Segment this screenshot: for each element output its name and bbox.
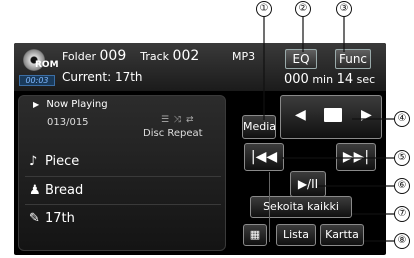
- divider: [25, 176, 221, 177]
- settings-icon: ▦: [249, 228, 261, 241]
- repeat-mode: Disc Repeat: [143, 128, 203, 139]
- disc-icon: ROM 00:03: [19, 49, 59, 87]
- now-playing-panel: ▶ Now Playing 013/015 ☰ ⤨ ⇄ Disc Repeat …: [18, 95, 226, 251]
- current-label: Current:: [62, 70, 112, 84]
- callout-4: ④: [394, 111, 410, 127]
- artist-row: ♟ Bread: [29, 183, 83, 198]
- folder-icon: [324, 108, 342, 122]
- format-label: MP3: [232, 50, 256, 63]
- skip-forward-icon: ▶▶|: [342, 149, 370, 165]
- repeat-shuffle-icons: ☰ ⤨ ⇄: [161, 115, 195, 125]
- folder-prev-icon[interactable]: ◀: [295, 107, 306, 123]
- play-pause-icon: ▶/II: [297, 177, 319, 191]
- callout-1: ①: [256, 1, 272, 17]
- folder-nav-button[interactable]: ◀ ▶: [280, 95, 382, 139]
- callout-3: ③: [336, 1, 352, 17]
- skip-back-button[interactable]: |◀◀: [244, 143, 284, 171]
- eq-button[interactable]: EQ: [285, 49, 317, 69]
- callout-8: ⑧: [394, 233, 410, 249]
- shuffle-all-label: Sekoita kaikki: [263, 200, 339, 213]
- folder-next-icon[interactable]: ▶: [361, 107, 372, 123]
- divider: [269, 172, 270, 242]
- func-button[interactable]: Func: [335, 49, 371, 69]
- folder-label: Folder: [62, 50, 96, 63]
- folder-number: 009: [99, 48, 127, 64]
- album-title: 17th: [45, 211, 75, 226]
- folder-track-line: Folder 009 Track 002: [62, 48, 199, 64]
- track-number: 002: [172, 48, 200, 64]
- shuffle-all-button[interactable]: Sekoita kaikki: [250, 196, 352, 218]
- skip-back-icon: |◀◀: [250, 149, 278, 165]
- map-label: Kartta: [325, 228, 359, 241]
- time-code: 00:03: [19, 75, 55, 86]
- current-value: 17th: [114, 70, 143, 84]
- list-button[interactable]: Lista: [276, 224, 316, 246]
- media-button[interactable]: Media: [242, 115, 276, 139]
- elapsed-minutes: 000: [284, 72, 309, 87]
- disc-label: ROM: [35, 60, 59, 70]
- track-label: Track: [140, 50, 170, 63]
- note-icon: ♪: [29, 154, 38, 169]
- current-line: Current: 17th: [62, 70, 143, 84]
- elapsed-time: 000 min 14 sec: [284, 72, 375, 87]
- piece-title: Piece: [45, 154, 80, 169]
- seconds-unit: sec: [356, 73, 376, 86]
- media-label: Media: [243, 120, 277, 133]
- callout-6: ⑥: [394, 178, 410, 194]
- now-playing-bar: ▶ Now Playing: [27, 98, 177, 111]
- now-playing-title: Now Playing: [46, 99, 108, 110]
- album-row: ✎ 17th: [29, 211, 75, 226]
- play-pause-button[interactable]: ▶/II: [290, 171, 326, 197]
- callout-2: ②: [295, 1, 311, 17]
- media-screen: ROM 00:03 Folder 009 Track 002 MP3 Curre…: [14, 43, 386, 255]
- piece-row: ♪ Piece: [29, 154, 79, 169]
- callout-7: ⑦: [394, 206, 410, 222]
- artist-name: Bread: [45, 183, 84, 198]
- status-header: ROM 00:03 Folder 009 Track 002 MP3 Curre…: [14, 43, 386, 91]
- minutes-unit: min: [312, 73, 334, 86]
- map-button[interactable]: Kartta: [320, 224, 364, 246]
- callout-5: ⑤: [394, 150, 410, 166]
- elapsed-seconds: 14: [336, 72, 354, 87]
- skip-forward-button[interactable]: ▶▶|: [336, 143, 376, 171]
- divider: [25, 204, 221, 205]
- album-icon: ✎: [29, 211, 40, 226]
- play-arrow-icon: ▶: [33, 100, 40, 109]
- track-count: 013/015: [47, 117, 89, 128]
- settings-button[interactable]: ▦: [243, 224, 267, 246]
- person-icon: ♟: [29, 183, 41, 198]
- list-label: Lista: [283, 228, 309, 241]
